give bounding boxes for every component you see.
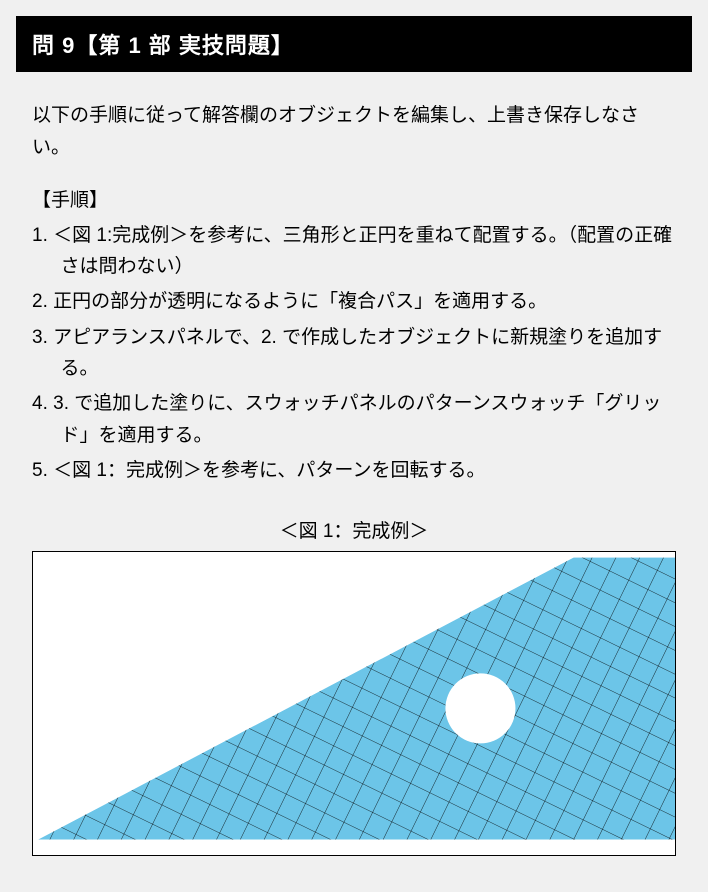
figure-box [32,551,676,856]
step-item: 1. ＜図 1:完成例＞を参考に、三角形と正円を重ねて配置する。（配置の正確さは… [32,220,676,283]
question-container: 問 9【第 1 部 実技問題】 以下の手順に従って解答欄のオブジェクトを編集し、… [0,0,708,892]
completion-example-figure [33,552,675,855]
step-item: 3. アピアランスパネルで、2. で作成したオブジェクトに新規塗りを追加する。 [32,322,676,385]
question-content: 以下の手順に従って解答欄のオブジェクトを編集し、上書き保存しなさい。 【手順】 … [16,72,692,876]
intro-text: 以下の手順に従って解答欄のオブジェクトを編集し、上書き保存しなさい。 [32,100,676,165]
step-item: 2. 正円の部分が透明になるように「複合パス」を適用する。 [32,286,676,317]
step-item: 5. ＜図 1：完成例＞を参考に、パターンを回転する。 [32,455,676,486]
step-item: 4. 3. で追加した塗りに、スウォッチパネルのパターンスウォッチ「グリッド」を… [32,388,676,451]
question-title: 問 9【第 1 部 実技問題】 [32,33,294,58]
question-header: 問 9【第 1 部 実技問題】 [16,16,692,72]
steps-list: 1. ＜図 1:完成例＞を参考に、三角形と正円を重ねて配置する。（配置の正確さは… [32,220,676,487]
figure-label: ＜図 1：完成例＞ [32,516,676,543]
steps-label: 【手順】 [32,185,676,212]
